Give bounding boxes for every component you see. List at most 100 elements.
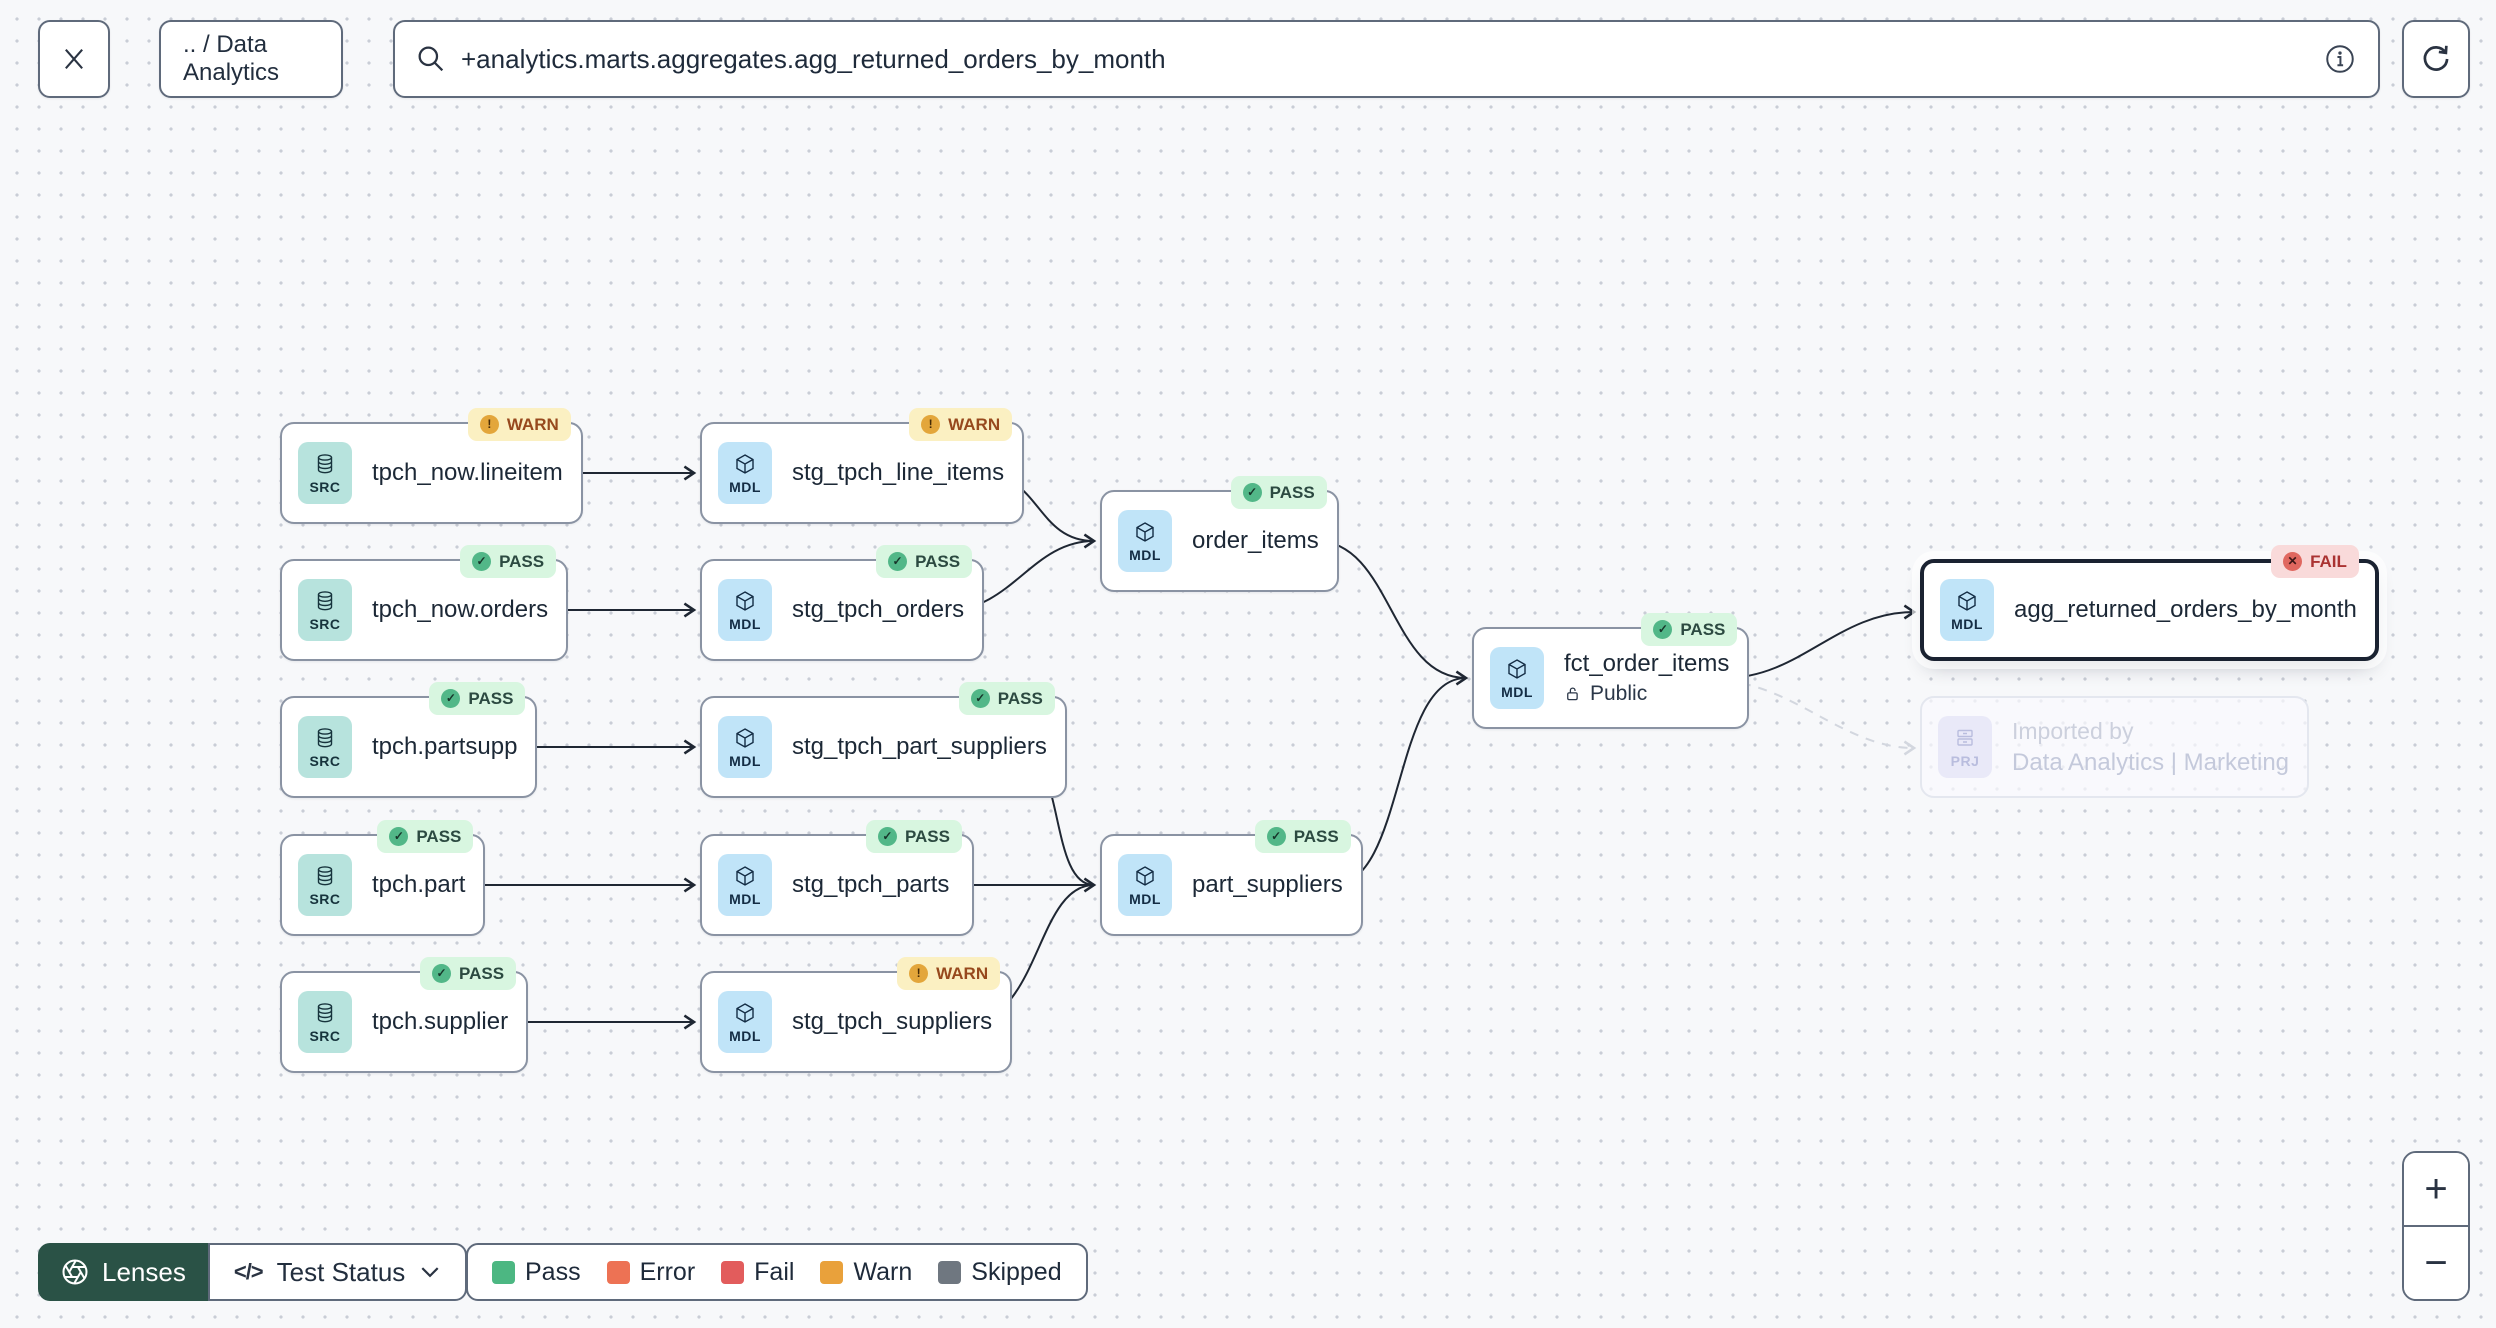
node-agg_returned_orders_by_month[interactable]: ✕ FAIL MDL agg_returned_orders_by_month bbox=[1920, 545, 2379, 661]
node-label: fct_order_items bbox=[1564, 650, 1730, 677]
check-icon: ✓ bbox=[1653, 620, 1673, 639]
search-input[interactable] bbox=[461, 43, 2308, 75]
status-badge: ! WARN bbox=[909, 408, 1013, 441]
legend-label: Warn bbox=[853, 1257, 913, 1286]
warn-icon: ! bbox=[479, 415, 499, 434]
legend-item-warn: Warn bbox=[820, 1258, 912, 1287]
status-label: PASS bbox=[997, 688, 1043, 708]
breadcrumb-label: .. / Data Analytics bbox=[183, 31, 280, 86]
check-icon: ✓ bbox=[1242, 483, 1262, 502]
cube-icon bbox=[1508, 658, 1526, 679]
status-badge: ✓ PASS bbox=[1230, 476, 1327, 509]
node-type-label: SRC bbox=[309, 890, 341, 907]
status-badge: ! WARN bbox=[897, 957, 1001, 990]
access-row: Public bbox=[1564, 682, 1729, 706]
node-label: tpch.part bbox=[372, 871, 466, 898]
database-icon bbox=[317, 865, 333, 885]
node-tpch-supplier[interactable]: ✓ PASS SRC tpch.supplier bbox=[280, 957, 529, 1073]
status-badge: ✓ PASS bbox=[1641, 613, 1738, 646]
node-stg_tpch_parts[interactable]: ✓ PASS MDL stg_tpch_parts bbox=[700, 820, 974, 936]
check-icon: ✓ bbox=[877, 827, 897, 846]
node-text: Imported by Data Analytics | Marketing bbox=[2012, 718, 2289, 777]
selected-lens-label: Test Status bbox=[276, 1256, 406, 1287]
refresh-icon bbox=[2423, 45, 2449, 71]
node-label: stg_tpch_parts bbox=[792, 871, 950, 898]
warn-swatch bbox=[820, 1260, 844, 1284]
node-imported-by-project[interactable]: PRJ Imported by Data Analytics | Marketi… bbox=[1920, 696, 2310, 798]
node-label: tpch.partsupp bbox=[372, 733, 518, 760]
check-icon: ✓ bbox=[970, 689, 990, 708]
lens-selector[interactable]: </> Test Status bbox=[207, 1243, 468, 1301]
info-button[interactable] bbox=[2320, 39, 2360, 79]
node-type-chip: MDL bbox=[718, 854, 772, 916]
code-icon: </> bbox=[233, 1259, 264, 1284]
project-icon bbox=[1957, 729, 1973, 746]
node-type-label: SRC bbox=[309, 615, 341, 632]
info-icon bbox=[2326, 45, 2354, 73]
search-icon bbox=[418, 46, 444, 72]
fail-swatch bbox=[721, 1260, 745, 1284]
refresh-button[interactable] bbox=[2402, 20, 2470, 98]
legend-label: Pass bbox=[525, 1257, 581, 1286]
node-stg_tpch_line_items[interactable]: ! WARN MDL stg_tpch_line_items bbox=[700, 408, 1025, 524]
status-badge: ✓ PASS bbox=[1254, 820, 1351, 853]
status-label: WARN bbox=[936, 963, 989, 983]
node-fct_order_items[interactable]: ✓ PASS MDL fct_order_items Public bbox=[1472, 613, 1750, 729]
node-tpch_now-orders[interactable]: ✓ PASS SRC tpch_now.orders bbox=[280, 545, 569, 661]
status-badge: ✓ PASS bbox=[876, 545, 973, 578]
zoom-out-button[interactable]: − bbox=[2404, 1227, 2468, 1299]
lens-bar: Lenses </> Test Status bbox=[38, 1243, 468, 1301]
lineage-explorer: { "toolbar": { "breadcrumb": ".. / Data … bbox=[0, 0, 2496, 1328]
status-label: WARN bbox=[506, 414, 559, 434]
cube-icon bbox=[1958, 590, 1976, 611]
status-label: PASS bbox=[468, 688, 514, 708]
cube-icon bbox=[736, 865, 754, 886]
node-type-chip: SRC bbox=[298, 442, 352, 504]
node-order_items[interactable]: ✓ PASS MDL order_items bbox=[1100, 476, 1339, 592]
legend-item-skipped: Skipped bbox=[938, 1258, 1062, 1287]
node-type-chip: MDL bbox=[1940, 579, 1994, 641]
node-type-label: SRC bbox=[309, 1027, 341, 1044]
status-badge: ! WARN bbox=[467, 408, 571, 441]
node-stg_tpch_suppliers[interactable]: ! WARN MDL stg_tpch_suppliers bbox=[700, 957, 1013, 1073]
status-badge: ✓ PASS bbox=[460, 545, 557, 578]
fail-icon: ✕ bbox=[2283, 552, 2303, 571]
chevron-down-icon bbox=[421, 1267, 439, 1278]
aperture-icon bbox=[62, 1259, 88, 1285]
test-status-legend: Pass Error Fail Warn Skipped bbox=[466, 1243, 1088, 1301]
lenses-label: Lenses bbox=[102, 1256, 186, 1287]
check-icon: ✓ bbox=[432, 964, 452, 983]
status-label: FAIL bbox=[2310, 551, 2347, 571]
lock-open-icon bbox=[1567, 687, 1578, 701]
node-part_suppliers[interactable]: ✓ PASS MDL part_suppliers bbox=[1100, 820, 1363, 936]
node-text: fct_order_items Public bbox=[1564, 650, 1729, 706]
warn-icon: ! bbox=[909, 964, 929, 983]
node-type-label: MDL bbox=[1951, 615, 1983, 632]
check-icon: ✓ bbox=[441, 689, 461, 708]
node-tpch-partsupp[interactable]: ✓ PASS SRC tpch.partsupp bbox=[280, 682, 538, 798]
node-type-chip: MDL bbox=[718, 579, 772, 641]
zoom-in-button[interactable]: + bbox=[2404, 1153, 2468, 1227]
node-tpch-part[interactable]: ✓ PASS SRC tpch.part bbox=[280, 820, 486, 936]
node-type-chip: MDL bbox=[718, 442, 772, 504]
error-swatch bbox=[606, 1260, 630, 1284]
close-button[interactable] bbox=[38, 20, 110, 98]
status-label: PASS bbox=[459, 963, 505, 983]
node-type-chip: MDL bbox=[1490, 647, 1544, 709]
node-type-chip: SRC bbox=[298, 579, 352, 641]
lenses-button[interactable]: Lenses bbox=[38, 1243, 208, 1301]
zoom-control: + − bbox=[2402, 1151, 2470, 1301]
node-type-label: MDL bbox=[729, 1027, 761, 1044]
check-icon: ✓ bbox=[389, 827, 409, 846]
node-tpch_now-lineitem[interactable]: ! WARN SRC tpch_now.lineitem bbox=[280, 408, 583, 524]
cube-icon bbox=[1136, 865, 1154, 886]
search-bar bbox=[393, 20, 2380, 98]
breadcrumb[interactable]: .. / Data Analytics bbox=[159, 20, 343, 98]
status-badge: ✓ PASS bbox=[429, 682, 526, 715]
cube-icon bbox=[736, 590, 754, 611]
node-stg_tpch_part_suppliers[interactable]: ✓ PASS MDL stg_tpch_part_suppliers bbox=[700, 682, 1067, 798]
check-icon: ✓ bbox=[888, 552, 908, 571]
cube-icon bbox=[736, 727, 754, 748]
node-stg_tpch_orders[interactable]: ✓ PASS MDL stg_tpch_orders bbox=[700, 545, 985, 661]
warn-icon: ! bbox=[921, 415, 941, 434]
